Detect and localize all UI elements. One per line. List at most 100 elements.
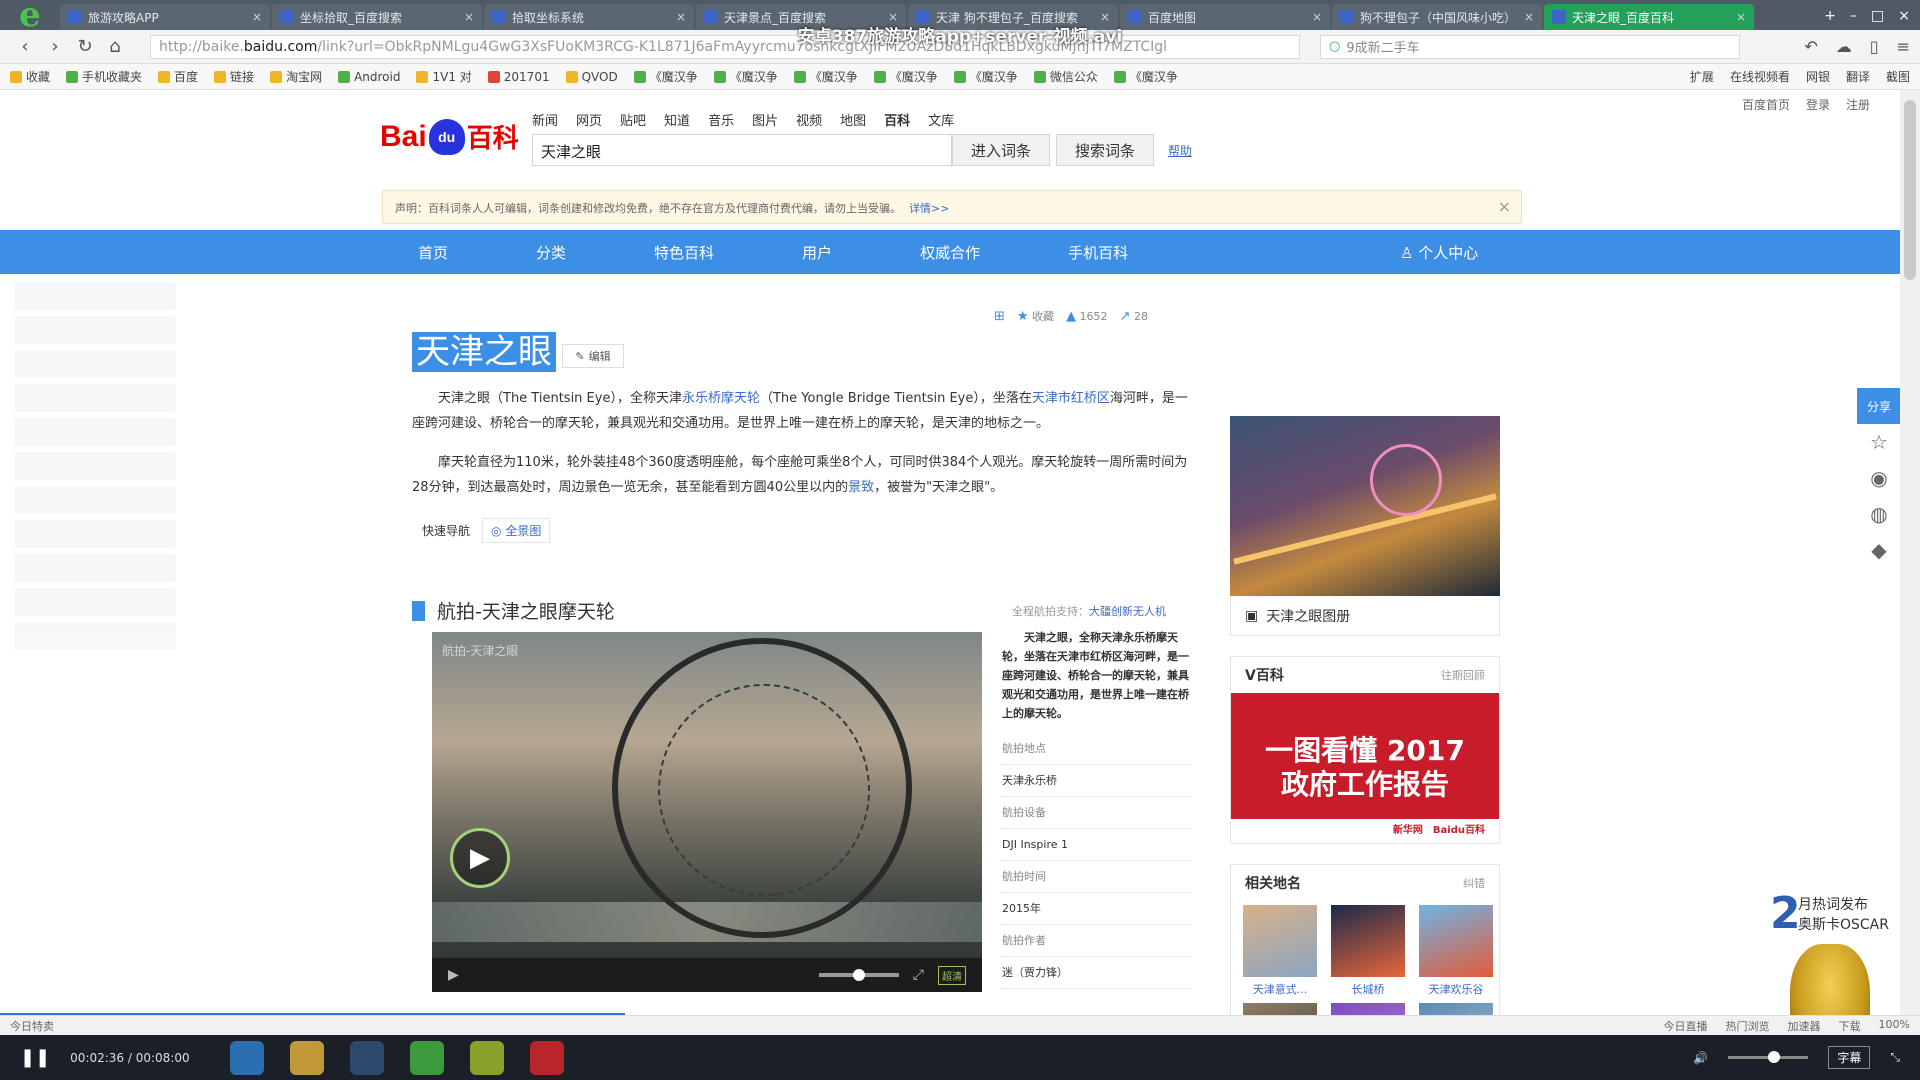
main-nav-item[interactable]: 手机百科 (1068, 242, 1128, 263)
tab-close-icon[interactable]: × (252, 10, 262, 24)
office-app-icon[interactable] (529, 1040, 564, 1075)
qq-icon[interactable]: ◆ (1857, 532, 1900, 568)
status-tool[interactable]: 热门浏览 (1726, 1018, 1770, 1034)
baike-search-input[interactable]: 天津之眼 (532, 134, 952, 166)
bookmark-item[interactable]: 1V1 对 (416, 68, 472, 85)
bookmark-item[interactable]: 《魔汉争 (633, 68, 698, 85)
pause-icon[interactable]: ❚❚ (20, 1047, 50, 1068)
edit-button[interactable]: ✎ 编辑 (562, 344, 624, 368)
bookmark-tool[interactable]: 扩展 (1690, 68, 1714, 85)
wechat-icon[interactable]: ◍ (1857, 496, 1900, 532)
maximize-icon[interactable]: □ (1871, 8, 1884, 24)
channel-link[interactable]: 图片 (752, 110, 778, 129)
video-play-button[interactable]: ▶ (450, 828, 510, 888)
browser-tab[interactable]: 坐标拾取_百度搜索 × (272, 4, 482, 30)
browser-app-icon[interactable] (409, 1040, 444, 1075)
minimize-icon[interactable]: – (1850, 8, 1857, 24)
browser-search-input[interactable]: ○ 9成新二手车 (1320, 34, 1740, 59)
bookmark-item[interactable]: 淘宝网 (270, 68, 322, 85)
status-tool[interactable]: 今日直播 (1664, 1018, 1708, 1034)
browser-logo-icon[interactable]: e (0, 0, 60, 35)
player-fullscreen-icon[interactable]: ⤡ (1890, 1050, 1900, 1065)
share-count-button[interactable]: ↗ 28 (1120, 309, 1148, 324)
hd-button[interactable]: 超清 (938, 965, 966, 985)
related-place[interactable]: 天津八景 (1243, 1003, 1317, 1015)
status-tool[interactable]: 加速器 (1788, 1018, 1821, 1034)
notice-more-link[interactable]: 详情>> (909, 202, 949, 215)
browser-tab[interactable]: 天津景点_百度搜索 × (696, 4, 906, 30)
bookmark-item[interactable]: 201701 (487, 68, 550, 85)
close-window-icon[interactable]: × (1898, 8, 1910, 24)
search-entry-button[interactable]: 搜索词条 (1056, 134, 1154, 166)
compass-app-icon[interactable] (289, 1040, 324, 1075)
favorite-star-icon[interactable]: ☆ (1857, 424, 1900, 460)
main-nav-item[interactable]: 权威合作 (920, 242, 980, 263)
related-place[interactable]: 天津欢乐... (1419, 1003, 1493, 1015)
bookmark-tool[interactable]: 在线视频看 (1730, 68, 1790, 85)
home-icon[interactable]: ⌂ (100, 36, 130, 57)
bookmark-item[interactable]: 《魔汉争 (793, 68, 858, 85)
bookmark-item[interactable]: 微信公众 (1033, 68, 1098, 85)
channel-link[interactable]: 文库 (928, 110, 954, 129)
bookmark-item[interactable]: QVOD (565, 68, 618, 85)
bookmark-item[interactable]: 收藏 (10, 68, 50, 85)
status-tool[interactable]: 100% (1879, 1018, 1910, 1034)
related-place[interactable]: 天津意式... (1243, 905, 1317, 997)
related-place[interactable]: 天津欢乐谷 (1419, 905, 1493, 997)
android-app-icon[interactable] (469, 1040, 504, 1075)
user-center-link[interactable]: ♙ 个人中心 (1400, 242, 1478, 263)
tab-close-icon[interactable]: × (1312, 10, 1322, 24)
subtitle-button[interactable]: 字幕 (1828, 1046, 1871, 1069)
status-today-deals[interactable]: 今日特卖 (10, 1018, 54, 1034)
channel-link[interactable]: 音乐 (708, 110, 734, 129)
eclipse-app-icon[interactable] (349, 1040, 384, 1075)
bookmark-tool[interactable]: 网银 (1806, 68, 1830, 85)
bookmark-item[interactable]: 《魔汉争 (713, 68, 778, 85)
bookmark-tool[interactable]: 截图 (1886, 68, 1910, 85)
channel-link[interactable]: 百科 (884, 110, 910, 129)
related-places-correct-link[interactable]: 纠错 (1463, 875, 1485, 891)
page-scrollbar[interactable] (1900, 90, 1920, 1015)
scroll-thumb[interactable] (1904, 100, 1916, 280)
aerial-video[interactable]: 航拍-天津之眼 ▶ ▶ ⤢ 超清 (432, 632, 982, 992)
status-tool[interactable]: 下载 (1839, 1018, 1861, 1034)
video-volume-slider[interactable] (818, 969, 899, 981)
album-image[interactable] (1230, 416, 1500, 596)
browser-tab[interactable]: 拾取坐标系统 × (484, 4, 694, 30)
fullscreen-icon[interactable]: ⤢ (913, 967, 924, 983)
channel-link[interactable]: 贴吧 (620, 110, 646, 129)
link-scenery[interactable]: 景致 (848, 480, 874, 495)
video-play-icon[interactable]: ▶ (448, 967, 459, 983)
baidu-baike-logo[interactable]: Bai du 百科 (380, 118, 519, 155)
vbaike-more-link[interactable]: 往期回顾 (1441, 667, 1485, 683)
vbaike-banner[interactable]: 一图看懂 2017 政府工作报告 新华网 Baidu百科 (1231, 693, 1499, 843)
browser-tab[interactable]: 天津之眼_百度百科 × (1544, 4, 1754, 30)
oscar-ad[interactable]: 2 月热词发布 奥斯卡OSCAR (1770, 888, 1900, 1015)
add-icon[interactable]: ⊞ (994, 309, 1005, 324)
browser-tab[interactable]: 狗不理包子（中国风味小吃） × (1332, 4, 1542, 30)
like-button[interactable]: ▲ 1652 (1066, 309, 1108, 324)
weibo-icon[interactable]: ◉ (1857, 460, 1900, 496)
channel-link[interactable]: 地图 (840, 110, 866, 129)
main-nav-item[interactable]: 分类 (536, 242, 566, 263)
main-nav-item[interactable]: 用户 (802, 242, 832, 263)
bookmark-item[interactable]: 《魔汉争 (1113, 68, 1178, 85)
main-nav-item[interactable]: 特色百科 (654, 242, 714, 263)
channel-link[interactable]: 视频 (796, 110, 822, 129)
main-nav-item[interactable]: 首页 (418, 242, 448, 263)
sponsor-link[interactable]: 大疆创新无人机 (1089, 605, 1166, 618)
help-link[interactable]: 帮助 (1168, 142, 1192, 159)
channel-link[interactable]: 知道 (664, 110, 690, 129)
bookmark-item[interactable]: 《魔汉争 (953, 68, 1018, 85)
channel-link[interactable]: 新闻 (532, 110, 558, 129)
top-link[interactable]: 登录 (1806, 96, 1830, 113)
bookmark-item[interactable]: 《魔汉争 (873, 68, 938, 85)
tab-close-icon[interactable]: × (464, 10, 474, 24)
share-button[interactable]: 分享 (1857, 388, 1900, 424)
forward-icon[interactable]: › (40, 36, 70, 57)
tab-close-icon[interactable]: × (676, 10, 686, 24)
url-field[interactable]: http://baike. baidu.com/link?url=ObkRpNML… (150, 34, 1300, 59)
cloud-icon[interactable]: ☁ (1836, 37, 1852, 56)
tab-close-icon[interactable]: × (888, 10, 898, 24)
bookmark-item[interactable]: 手机收藏夹 (66, 68, 142, 85)
